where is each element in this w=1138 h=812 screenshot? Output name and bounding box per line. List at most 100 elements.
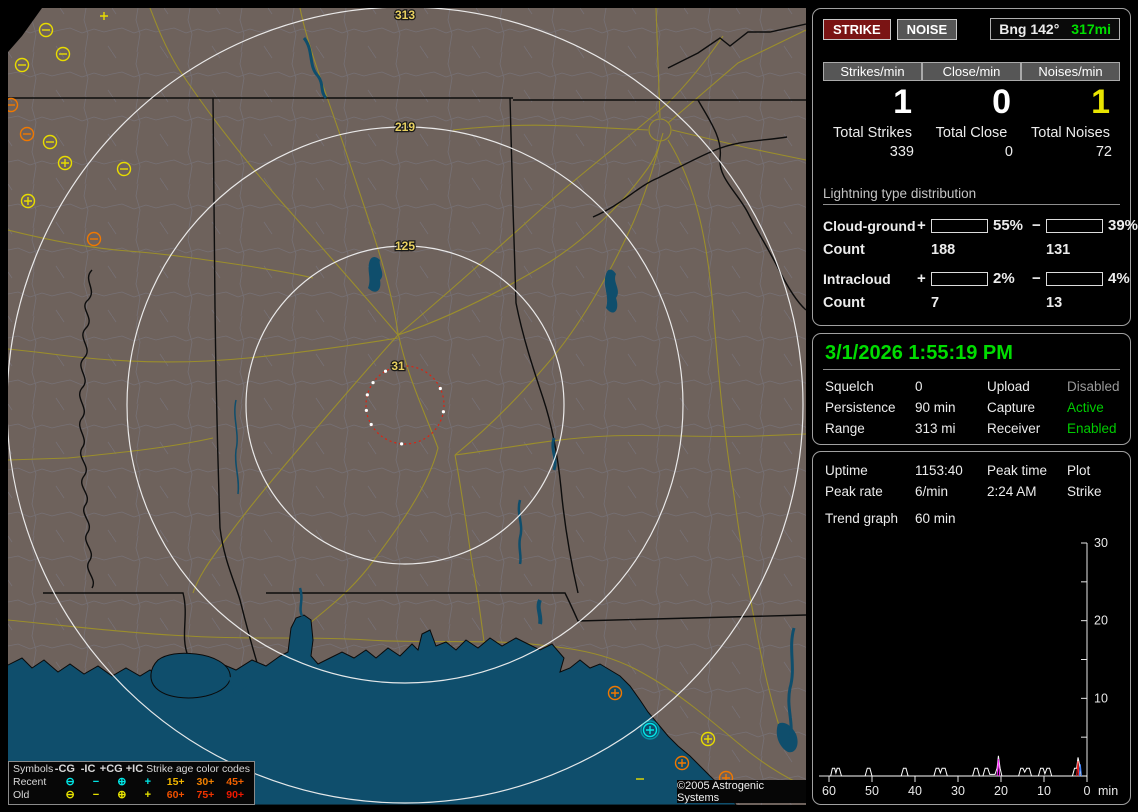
intracloud-row: Intracloud + 2% − 4% [823,270,1130,287]
ring-label-31: 31 [391,359,405,373]
x-tick-label: 10 [1037,784,1051,798]
capture-label: Capture [987,400,1036,415]
strikes-per-min-button[interactable]: Strikes/min [823,62,922,81]
ic-plus-count: 7 [931,295,940,311]
map-canvas[interactable]: 313 219 125 31 [8,8,806,805]
legend-old-row: Old ⊖ − ⊕ + 60+ 75+ 90+ [13,789,250,802]
age-45: 45+ [226,776,245,788]
status-grid: Squelch 0 Upload Disabled Persistence 90… [823,379,1120,436]
cg-plus-count: 188 [931,242,956,258]
persistence-dot [371,381,375,385]
ic-minus-count: 13 [1046,295,1063,311]
x-tick-label: 0 [1084,784,1091,798]
lightning-map[interactable]: 313 219 125 31 Symbols -CG -IC +CG +IC Stri… [8,8,806,805]
y-tick-label: 20 [1094,614,1108,628]
cg-plus-bar [931,218,988,233]
stormvue-app: 313 219 125 31 Symbols -CG -IC +CG +IC Stri… [0,0,1138,812]
bearing-readout: Bng 142° 317mi [990,18,1120,40]
peak-rate-label: Peak rate [825,484,883,499]
trend-graph-span: 60 min [915,511,956,526]
upload-status: Disabled [1067,379,1120,394]
peak-time-label: Peak time [987,463,1048,478]
total-strikes-label: Total Strikes [833,125,912,141]
recent-cg-plus-icon: ⊕ [117,776,127,788]
age-75: 75+ [196,789,215,801]
total-close-value: 0 [1004,144,1013,160]
legend-age-header: Strike age color codes [146,763,250,775]
noise-mode-button[interactable]: NOISE [896,18,958,40]
persistence-label: Persistence [825,400,896,415]
persistence-value: 90 min [915,400,956,415]
intracloud-label: Intracloud [823,270,891,287]
trend-graph-label: Trend graph [825,511,899,526]
legend-symbols-label: Symbols [13,763,54,775]
plot-label: Plot [1067,463,1091,478]
uptime-value: 1153:40 [915,463,963,478]
age-90: 90+ [226,789,245,801]
legend-old-label: Old [13,789,30,801]
strikes-per-min-value: 1 [893,83,912,121]
x-tick-label: 20 [994,784,1008,798]
cloud-ground-row: Cloud-ground + 55% − 39% [823,217,1138,234]
strike-mode-button[interactable]: STRIKE [823,18,891,40]
range-value: 313 mi [915,421,956,436]
x-tick-label: 50 [865,784,879,798]
intracloud-count-row: Count 7 13 [823,295,1120,311]
legend-col--cg: -CG [54,763,75,775]
y-tick-label: 30 [1094,538,1108,550]
persistence-dot [400,442,404,446]
legend-col--ic: -IC [80,763,96,775]
old-ic-plus-icon: + [144,789,152,801]
minus-sign: − [1032,217,1041,234]
upload-label: Upload [987,379,1030,394]
ring-label-313: 313 [395,8,415,22]
x-tick-label: 60 [822,784,836,798]
strike-symbol-circ-plus [640,720,660,740]
plus-sign: + [917,270,926,287]
close-per-min-button[interactable]: Close/min [922,62,1021,81]
status-panel: 3/1/2026 1:55:19 PM Squelch 0 Upload Dis… [812,333,1131,445]
plot-mode-value: Strike [1067,484,1102,499]
persistence-dot [364,408,368,413]
range-label: Range [825,421,865,436]
ic-minus-pct: 4% [1108,270,1130,287]
noises-per-min-button[interactable]: Noises/min [1021,62,1120,81]
ring-label-125: 125 [395,239,415,253]
legend-recent-label: Recent [13,776,47,788]
legend-col-pic: +IC [125,763,144,775]
old-ic-minus-icon: − [92,789,100,801]
total-close-label: Total Close [935,125,1008,141]
ic-plus-bar [931,271,988,286]
stats-panel: Uptime 1153:40 Peak time Plot Peak rate … [812,451,1131,805]
rate-counters: Strikes/min 1 Total Strikes 339 Close/mi… [823,62,1120,160]
legend-header-row: Symbols -CG -IC +CG +IC Strike age color… [13,763,250,776]
ic-plus-pct: 2% [993,270,1015,287]
age-15: 15+ [166,776,185,788]
total-noises-value: 72 [1095,144,1112,160]
x-tick-label: 40 [908,784,922,798]
close-column: Close/min 0 Total Close 0 [922,62,1021,160]
bearing-value: Bng 142° [999,21,1060,37]
close-per-min-value: 0 [992,83,1011,121]
stats-grid: Uptime 1153:40 Peak time Plot Peak rate … [823,463,1120,499]
legend-col-pcg: +CG [99,763,123,775]
total-strikes-value: 339 [889,144,914,160]
cg-minus-pct: 39% [1108,217,1138,234]
count-label: Count [823,295,865,311]
persistence-dot [441,410,446,414]
total-noises-label: Total Noises [1031,125,1110,141]
persistence-dot [438,386,442,391]
count-label: Count [823,242,865,258]
persistence-dot [369,422,373,427]
trend-graph-row: Trend graph 60 min [823,511,1120,526]
noises-column: Noises/min 1 Total Noises 72 [1021,62,1120,160]
uptime-label: Uptime [825,463,868,478]
x-axis-unit: min [1098,784,1118,798]
distribution-title: Lightning type distribution [823,186,1120,205]
cg-plus-pct: 55% [993,217,1024,234]
trend-series-strikes [829,755,1087,777]
recent-ic-minus-icon: − [92,776,100,788]
plus-sign: + [917,217,926,234]
cg-minus-count: 131 [1046,242,1071,258]
distance-value: 317mi [1071,21,1111,37]
